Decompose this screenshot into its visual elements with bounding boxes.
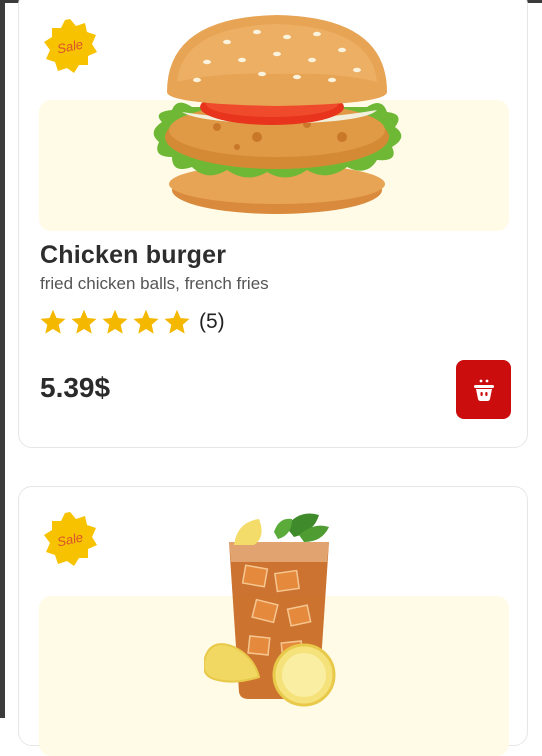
sale-badge-label: Sale (55, 35, 85, 57)
sale-badge: Sale (41, 17, 99, 75)
rating-count: (5) (199, 310, 225, 333)
product-card[interactable]: Sale Chicken burger fried chicken balls,… (18, 0, 528, 448)
star-icon (102, 309, 128, 334)
chicken-burger-image[interactable] (137, 12, 417, 222)
sale-badge: Sale (41, 510, 99, 568)
sale-badge-label: Sale (55, 528, 85, 550)
star-icon (164, 309, 190, 334)
star-icon (40, 309, 66, 334)
iced-tea-image[interactable] (204, 507, 354, 707)
star-icon (133, 309, 159, 334)
product-rating: (5) (39, 308, 225, 336)
product-description: fried chicken balls, french fries (40, 274, 269, 293)
star-icon (71, 309, 97, 334)
product-name: Chicken burger (40, 241, 227, 269)
product-price: 5.39$ (40, 372, 111, 403)
add-to-cart-button[interactable] (456, 360, 511, 419)
product-card[interactable]: Sale (18, 486, 528, 756)
basket-icon (473, 379, 494, 401)
